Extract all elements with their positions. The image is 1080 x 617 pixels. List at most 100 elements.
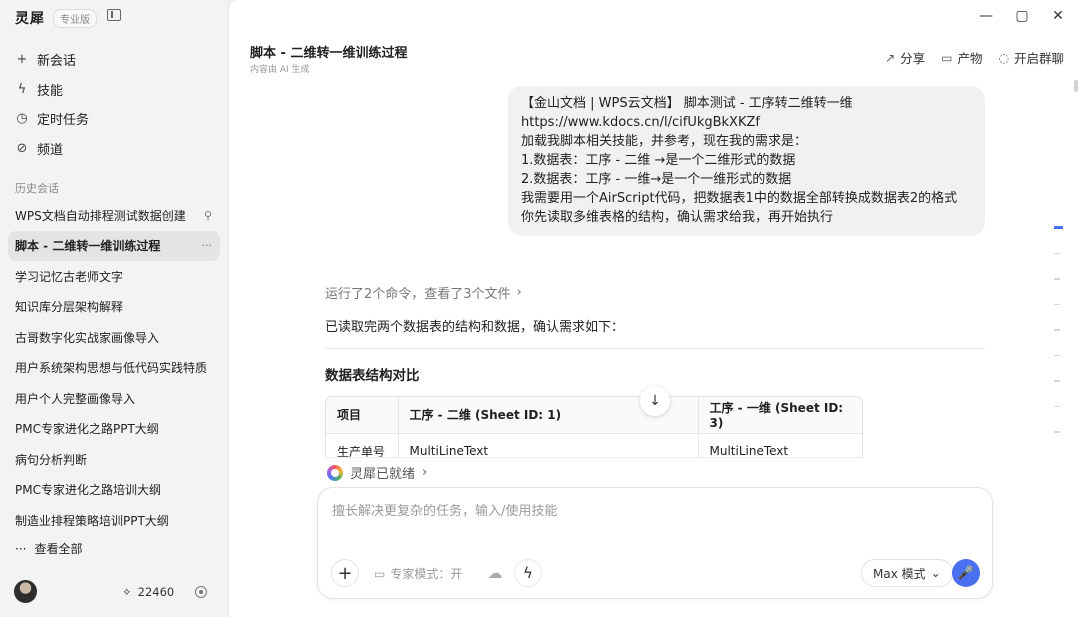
history-item[interactable]: PMC专家进化之路PPT大纲 (8, 414, 220, 445)
message-line: 1.数据表：工序 - 二维 →是一个二维形式的数据 (521, 153, 796, 168)
minimize-icon[interactable]: — (978, 8, 994, 24)
main-nav: + 新会话 ϟ 技能 ◷ 定时任务 ⊘ 频道 (8, 45, 220, 163)
run-summary-label: 运行了2个命令，查看了3个文件 (325, 287, 511, 302)
history-item[interactable]: 制造业排程策略培训PPT大纲 (8, 505, 220, 536)
history-item[interactable]: 用户系统架构思想与低代码实践特质 (8, 353, 220, 384)
nav-skills[interactable]: ϟ 技能 (8, 75, 220, 105)
chevron-right-icon: › (516, 285, 522, 300)
history-item[interactable]: 病句分析判断 (8, 444, 220, 475)
artifacts-button[interactable]: ▭ 产物 (941, 48, 982, 67)
more-icon[interactable]: ··· (202, 239, 213, 252)
history-item-label: 学习记忆古老师文字 (15, 269, 124, 284)
credits-badge[interactable]: ✧ 22460 (122, 585, 174, 599)
ellipsis-icon: ··· (15, 541, 27, 556)
plus-icon: + (16, 52, 28, 68)
composer: + ▭ 专家模式：开 ☁ ϟ Max 模式 ⌄ 🎤 (317, 487, 993, 599)
see-all-link[interactable]: ··· 查看全部 (15, 540, 82, 557)
history-item-label: PMC专家进化之路PPT大纲 (15, 422, 159, 437)
share-button[interactable]: ↗ 分享 (885, 48, 925, 67)
model-select[interactable]: Max 模式 ⌄ (861, 559, 953, 587)
window-controls: — ▢ ✕ (978, 8, 1066, 24)
divider (325, 348, 985, 349)
user-message: 【金山文档 | WPS云文档】 脚本测试 - 工序转二维转一维 https://… (508, 86, 985, 236)
clock-icon: ◷ (16, 111, 28, 127)
history-item[interactable]: 用户个人完整画像导入 (8, 383, 220, 414)
table-header: 工序 - 一维 (Sheet ID: 3) (698, 397, 862, 434)
nav-channels[interactable]: ⊘ 频道 (8, 134, 220, 164)
outline-marker[interactable] (1054, 278, 1060, 280)
conversation-outline (1054, 226, 1063, 457)
history-item-label: 制造业排程策略培训PPT大纲 (15, 513, 169, 528)
table-header: 项目 (326, 397, 399, 434)
expert-mode-label: 专家模式：开 (390, 567, 463, 581)
history-list: WPS文档自动排程测试数据创建 ⚲ 脚本 - 二维转一维训练过程 ··· 学习记… (8, 200, 220, 536)
channel-icon: ⊘ (16, 140, 28, 156)
share-label: 分享 (900, 51, 926, 66)
arrow-down-icon: ↓ (649, 393, 661, 409)
microphone-button[interactable]: 🎤 (952, 559, 980, 587)
nav-scheduled-tasks[interactable]: ◷ 定时任务 (8, 104, 220, 134)
history-item[interactable]: 学习记忆古老师文字 (8, 261, 220, 292)
outline-marker[interactable] (1054, 431, 1060, 433)
ai-generated-note: 内容由 AI 生成 (250, 65, 310, 75)
sidebar-toggle-icon[interactable] (107, 9, 121, 21)
outline-marker[interactable] (1054, 405, 1060, 407)
chevron-down-icon: ⌄ (930, 566, 941, 580)
nav-label: 频道 (37, 142, 64, 158)
maximize-icon[interactable]: ▢ (1014, 8, 1030, 24)
agent-status-label: 灵犀已就绪 (350, 467, 416, 482)
assistant-intro: 已读取完两个数据表的结构和数据，确认需求如下： (325, 320, 625, 335)
scroll-to-bottom-button[interactable]: ↓ (640, 386, 670, 416)
conversation-title: 脚本 - 二维转一维训练过程 (250, 46, 408, 61)
monitor-icon: ▭ (374, 566, 386, 581)
content-fade (309, 455, 1009, 463)
history-item-label: 用户个人完整画像导入 (15, 391, 136, 406)
history-item[interactable]: PMC专家进化之路培训大纲 (8, 475, 220, 506)
outline-marker[interactable] (1054, 226, 1063, 229)
lightning-icon[interactable]: ϟ (514, 559, 542, 587)
message-input[interactable] (332, 504, 972, 519)
sidebar: 灵犀 专业版 + 新会话 ϟ 技能 ◷ 定时任务 ⊘ 频道 历史会话 WPS文档… (0, 0, 229, 617)
run-summary-toggle[interactable]: 运行了2个命令，查看了3个文件 › (325, 283, 522, 302)
message-line: 你先读取多维表格的结构，确认需求给我，再开始执行 (521, 210, 834, 225)
scrollbar[interactable] (1074, 80, 1078, 92)
message-link[interactable]: https://www.kdocs.cn/l/cifUkgBkXKZf (521, 113, 972, 132)
box-icon: ▭ (941, 50, 953, 65)
history-item-label: 脚本 - 二维转一维训练过程 (15, 239, 161, 254)
group-chat-button[interactable]: ◌ 开启群聊 (999, 48, 1065, 67)
outline-marker[interactable] (1054, 329, 1060, 331)
outline-marker[interactable] (1054, 354, 1060, 356)
expert-mode-toggle[interactable]: ▭ 专家模式：开 (374, 565, 462, 582)
avatar[interactable] (14, 580, 37, 603)
lightning-icon: ϟ (17, 81, 27, 97)
message-line: 我需要用一个AirScript代码，把数据表1中的数据全部转换成数据表2的格式 (521, 191, 958, 206)
close-icon[interactable]: ✕ (1050, 8, 1066, 24)
credits-count: 22460 (137, 585, 175, 599)
outline-marker[interactable] (1054, 303, 1060, 305)
attach-button[interactable]: + (331, 559, 359, 587)
history-item-label: 用户系统架构思想与低代码实践特质 (15, 361, 208, 376)
brand: 灵犀 专业版 (15, 8, 97, 28)
history-item-active[interactable]: 脚本 - 二维转一维训练过程 ··· (8, 230, 220, 261)
model-label: Max 模式 (873, 566, 926, 581)
history-item[interactable]: WPS文档自动排程测试数据创建 ⚲ (8, 200, 220, 231)
chat-icon: ◌ (998, 50, 1009, 65)
history-item[interactable]: 知识库分层架构解释 (8, 292, 220, 323)
table-header-row: 项目 工序 - 二维 (Sheet ID: 1) 工序 - 一维 (Sheet … (326, 397, 862, 434)
agent-status[interactable]: 灵犀已就绪 › (327, 463, 427, 482)
history-item-label: PMC专家进化之路培训大纲 (15, 483, 161, 498)
see-all-label: 查看全部 (34, 542, 83, 556)
gear-icon[interactable] (195, 586, 207, 598)
history-item[interactable]: 古哥数字化实战家画像导入 (8, 322, 220, 353)
sparkle-icon: ✧ (122, 585, 132, 599)
outline-marker[interactable] (1054, 380, 1060, 382)
history-label: 历史会话 (15, 182, 59, 195)
nav-new-chat[interactable]: + 新会话 (8, 45, 220, 75)
nav-label: 定时任务 (37, 113, 90, 129)
section-heading: 数据表结构对比 (325, 368, 420, 384)
share-icon: ↗ (885, 50, 896, 65)
outline-marker[interactable] (1054, 252, 1060, 254)
conversation-actions: ↗ 分享 ▭ 产物 ◌ 开启群聊 (885, 48, 1064, 67)
cloud-icon[interactable]: ☁ (481, 559, 509, 587)
pin-icon[interactable]: ⚲ (204, 209, 212, 222)
